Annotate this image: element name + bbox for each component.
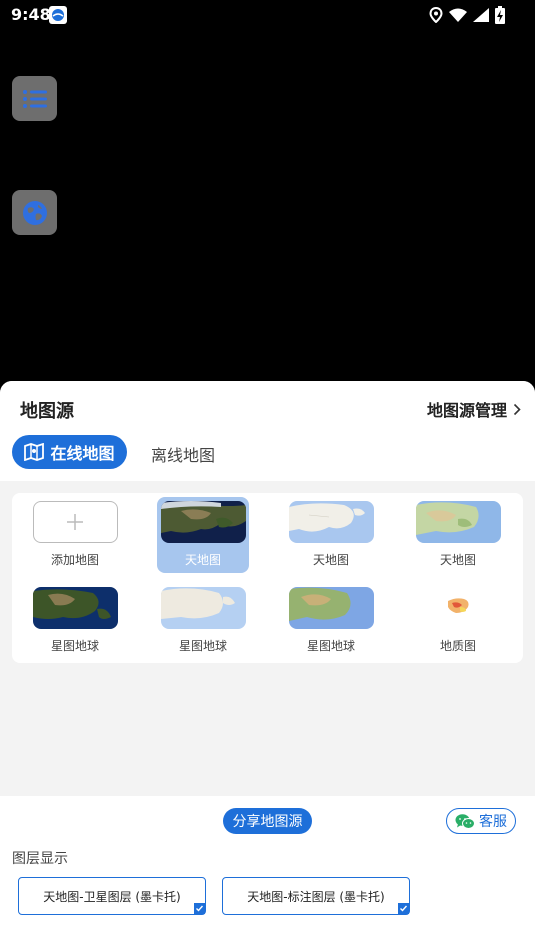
share-map-source-button[interactable]: 分享地图源 [223,808,312,834]
plus-icon [67,514,83,530]
status-icons [429,6,505,24]
terrain-map-thumbnail [288,587,374,629]
tab-online-label: 在线地图 [50,444,115,463]
layer-chip-annotation[interactable]: 天地图-标注图层 (墨卡托) [222,877,410,915]
layers-title: 图层显示 [12,851,68,867]
add-map-item[interactable]: 添加地图 [29,497,121,573]
wechat-icon [455,813,475,829]
bottom-panel: 分享地图源 客服 图层显示 天地图-卫星图层 (墨卡托) 天地图-标注图层 (墨… [0,796,535,951]
tab-offline-map[interactable]: 离线地图 [151,442,215,466]
app-notification-icon [49,6,67,24]
map-source-manage-link[interactable]: 地图源管理 [427,397,521,421]
chevron-right-icon [513,403,521,415]
globe-icon [22,200,47,225]
map-item-tianditu-vector[interactable]: 天地图 [285,497,377,573]
manage-label: 地图源管理 [426,401,507,420]
terrain-map-thumbnail [415,501,501,543]
map-item-geovis-satellite[interactable]: 星图地球 [29,583,121,659]
map-source-button[interactable] [12,190,57,235]
map-grid-area: 添加地图 天地图 天地图 天地图 星图地球 星图地球 星图地球 地质图 [0,481,535,796]
item-label: 地质图 [439,639,476,653]
item-label: 添加地图 [50,553,99,567]
customer-service-button[interactable]: 客服 [446,808,516,834]
location-icon [429,7,443,23]
item-label: 天地图 [184,553,221,567]
map-item-geovis-vector[interactable]: 星图地球 [157,583,249,659]
vector-map-thumbnail [160,587,246,629]
map-source-grid: 添加地图 天地图 天地图 天地图 星图地球 星图地球 星图地球 地质图 [12,493,523,663]
layer-chip-satellite[interactable]: 天地图-卫星图层 (墨卡托) [18,877,206,915]
vector-map-thumbnail [288,501,374,543]
map-icon [24,443,45,461]
wifi-icon [449,8,467,22]
layer-chip-label: 天地图-标注图层 (墨卡托) [247,889,385,904]
item-label: 星图地球 [306,639,355,653]
list-icon [22,89,47,108]
map-item-geology[interactable]: 地质图 [412,583,504,659]
status-bar: 9:48 [0,0,535,30]
status-time: 9:48 [11,5,51,24]
signal-icon [473,8,489,22]
item-label: 星图地球 [178,639,227,653]
battery-charging-icon [495,6,505,24]
layer-list-button[interactable] [12,76,57,121]
check-icon [194,903,205,914]
add-map-box [32,501,118,543]
map-item-tianditu-terrain[interactable]: 天地图 [412,497,504,573]
satellite-map-thumbnail [160,501,246,543]
map-source-sheet: 地图源 地图源管理 在线地图 离线地图 添加地图 天地图 天地图 天地图 星图地… [0,381,535,951]
geology-map-thumbnail [415,587,501,629]
layer-chip-label: 天地图-卫星图层 (墨卡托) [43,889,181,904]
map-item-tianditu-satellite[interactable]: 天地图 [157,497,249,573]
map-item-geovis-terrain[interactable]: 星图地球 [285,583,377,659]
sheet-header: 地图源 地图源管理 在线地图 离线地图 [0,381,535,481]
satellite-map-thumbnail [32,587,118,629]
tab-online-map[interactable]: 在线地图 [12,435,127,469]
item-label: 星图地球 [50,639,99,653]
check-icon [398,903,409,914]
item-label: 天地图 [439,553,476,567]
service-label: 客服 [479,814,507,830]
sheet-title: 地图源 [20,401,74,422]
item-label: 天地图 [312,553,349,567]
